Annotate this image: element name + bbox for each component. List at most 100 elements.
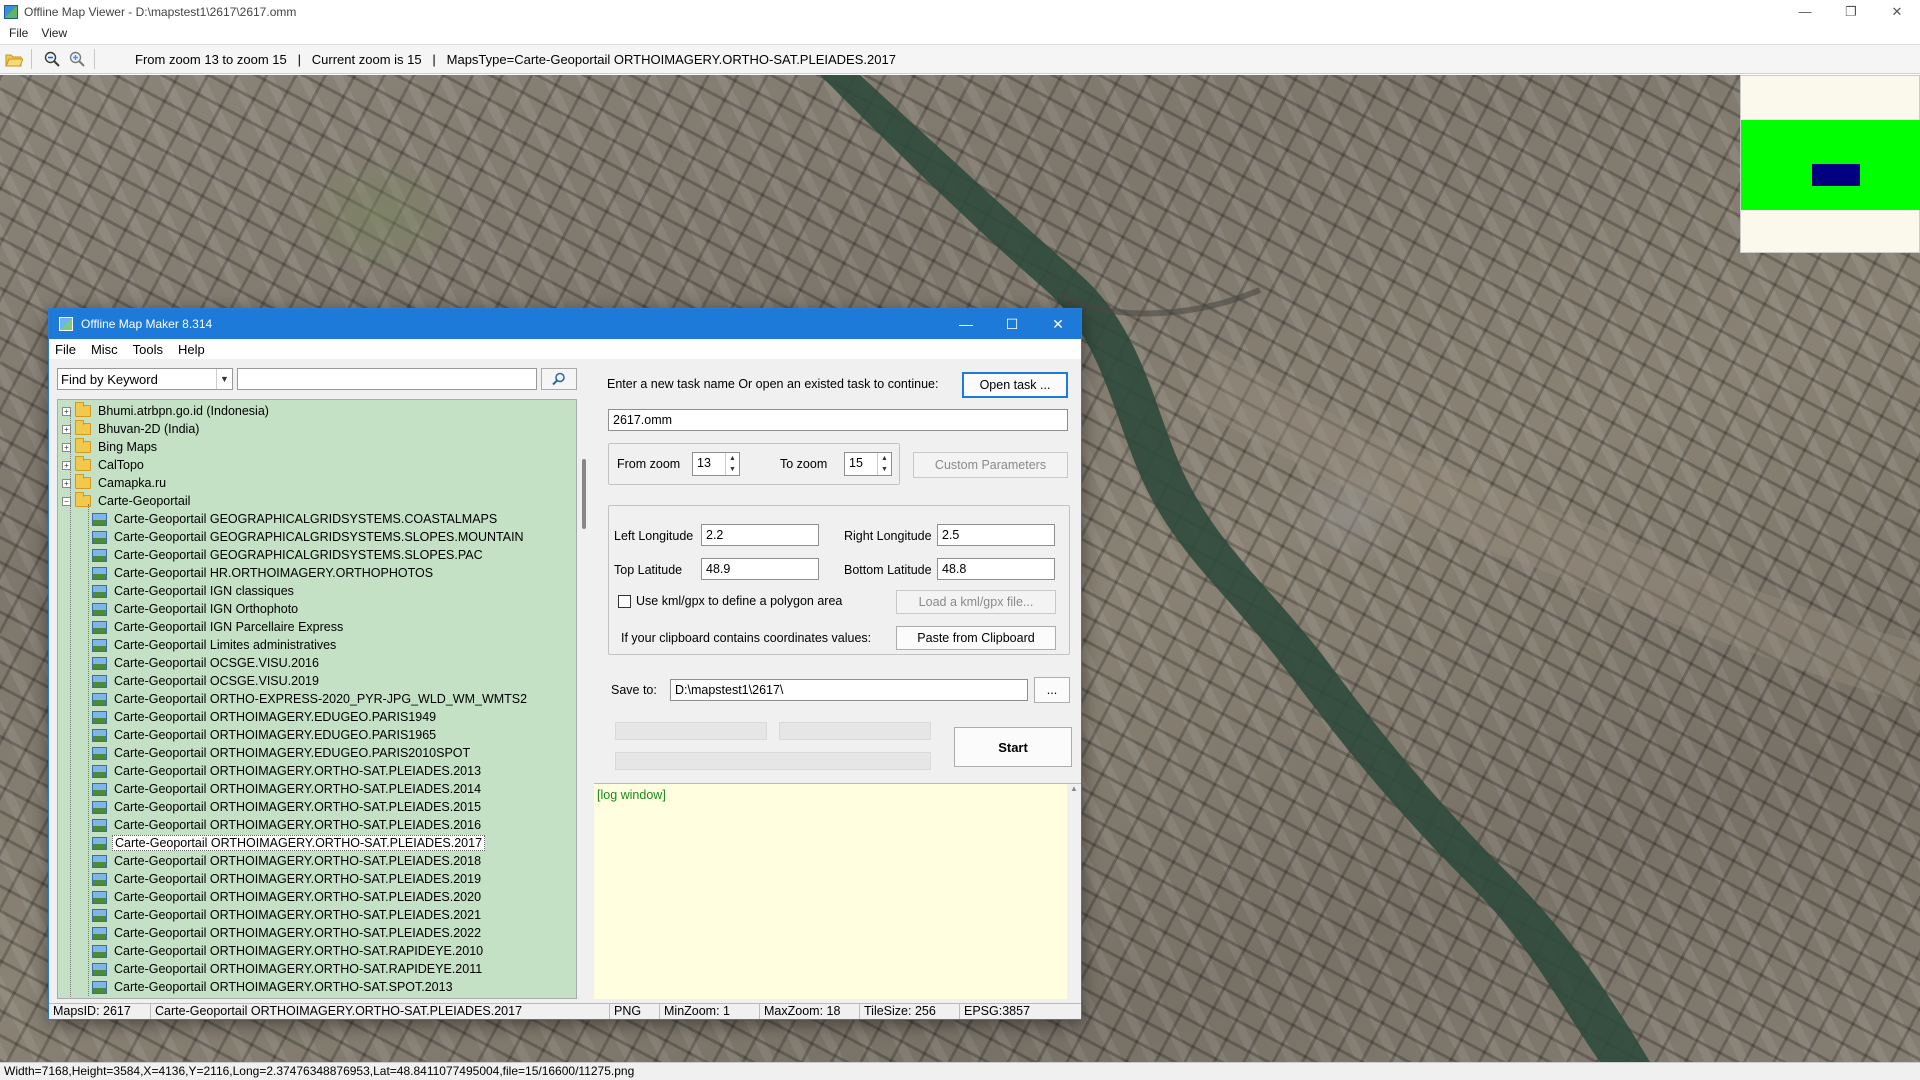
dialog-menu-help[interactable]: Help xyxy=(178,342,214,357)
tree-folder[interactable]: + Bing Maps xyxy=(58,438,159,456)
top-latitude-input[interactable]: 48.9 xyxy=(701,558,819,580)
left-longitude-input[interactable]: 2.2 xyxy=(701,524,819,546)
save-path-input[interactable]: D:\mapstest1\2617\ xyxy=(670,679,1028,701)
tree-folder-label: Bhuvan-2D (India) xyxy=(98,422,200,436)
load-kml-button[interactable]: Load a kml/gpx file... xyxy=(896,590,1056,614)
map-tile-icon xyxy=(92,566,107,580)
dialog-menu-misc[interactable]: Misc xyxy=(91,342,127,357)
open-folder-icon[interactable] xyxy=(3,48,25,70)
tree-item[interactable]: Carte-Geoportail ORTHOIMAGERY.ORTHO-SAT.… xyxy=(92,798,483,816)
tree-item[interactable]: Carte-Geoportail GEOGRAPHICALGRIDSYSTEMS… xyxy=(92,510,499,528)
tree-item[interactable]: Carte-Geoportail Limites administratives xyxy=(92,636,338,654)
tree-folder[interactable]: − Carte-Geoportail xyxy=(58,492,192,510)
status-epsg: EPSG:3857 xyxy=(964,1004,1031,1018)
save-to-label: Save to: xyxy=(611,683,657,697)
tree-item[interactable]: Carte-Geoportail ORTHOIMAGERY.ORTHO-SAT.… xyxy=(92,816,483,834)
menu-file[interactable]: File xyxy=(4,26,36,40)
tree-item[interactable]: Carte-Geoportail ORTHOIMAGERY.ORTHO-SAT.… xyxy=(92,960,484,978)
dialog-menu-tools[interactable]: Tools xyxy=(133,342,172,357)
restore-button[interactable]: ❐ xyxy=(1828,0,1874,23)
tree-item[interactable]: Carte-Geoportail ORTHOIMAGERY.ORTHO-SAT.… xyxy=(92,924,483,942)
tree-item[interactable]: Carte-Geoportail ORTHOIMAGERY.ORTHO-SAT.… xyxy=(92,906,483,924)
tree-item[interactable]: Carte-Geoportail ORTHOIMAGERY.ORTHO-SAT.… xyxy=(92,852,483,870)
tree-item[interactable]: Carte-Geoportail OCSGE.VISU.2019 xyxy=(92,672,321,690)
tree-item[interactable]: Carte-Geoportail ORTHOIMAGERY.ORTHO-SAT.… xyxy=(92,978,455,996)
bottom-latitude-input[interactable]: 48.8 xyxy=(937,558,1055,580)
search-button[interactable] xyxy=(541,368,577,390)
to-zoom-stepper[interactable]: 15 ▲ ▼ xyxy=(844,452,892,476)
dialog-minimize-button[interactable]: — xyxy=(943,309,989,339)
progress-bar-2 xyxy=(779,722,931,740)
tree-folder-label: Bing Maps xyxy=(98,440,158,454)
status-maps-name: Carte-Geoportail ORTHOIMAGERY.ORTHO-SAT.… xyxy=(151,1004,610,1019)
custom-parameters-button[interactable]: Custom Parameters xyxy=(913,452,1068,478)
log-text: [log window] xyxy=(597,788,666,802)
dialog-close-button[interactable]: ✕ xyxy=(1035,309,1081,339)
tree-item[interactable]: Carte-Geoportail OCSGE.VISU.2016 xyxy=(92,654,321,672)
menu-view[interactable]: View xyxy=(36,26,75,40)
browse-button[interactable]: ... xyxy=(1034,677,1070,703)
chevron-down-icon[interactable]: ▼ xyxy=(216,369,232,389)
start-button[interactable]: Start xyxy=(954,727,1072,767)
tree-folder[interactable]: + Bhumi.atrbpn.go.id (Indonesia) xyxy=(58,402,271,420)
tree-item[interactable]: Carte-Geoportail ORTHOIMAGERY.EDUGEO.PAR… xyxy=(92,744,472,762)
spin-arrows-icon[interactable]: ▲ ▼ xyxy=(877,453,891,475)
tree-scroll-thumb[interactable] xyxy=(582,459,586,529)
from-zoom-value: 13 xyxy=(697,456,711,470)
minimize-button[interactable]: — xyxy=(1782,0,1828,23)
tree-item[interactable]: Carte-Geoportail ORTHOIMAGERY.ORTHO-SAT.… xyxy=(92,888,483,906)
right-longitude-label: Right Longitude xyxy=(844,529,932,543)
dialog-menubar: File Misc Tools Help xyxy=(49,339,1081,359)
overview-minimap[interactable] xyxy=(1740,75,1920,253)
tree-folder[interactable]: + Bhuvan-2D (India) xyxy=(58,420,201,438)
tree-item[interactable]: Carte-Geoportail ORTHOIMAGERY.ORTHO-SAT.… xyxy=(92,834,486,852)
main-toolbar: From zoom 13 to zoom 15 | Current zoom i… xyxy=(0,44,1920,74)
log-window[interactable]: [log window] ▲ xyxy=(594,783,1081,1000)
right-longitude-input[interactable]: 2.5 xyxy=(937,524,1055,546)
map-tile-icon xyxy=(92,602,107,616)
tree-item-label: Carte-Geoportail Limites administratives xyxy=(114,638,337,652)
from-zoom-stepper[interactable]: 13 ▲ ▼ xyxy=(692,452,740,476)
search-input[interactable] xyxy=(237,368,537,390)
folder-icon xyxy=(75,456,91,471)
tree-scrollbar[interactable] xyxy=(579,399,591,999)
kml-polygon-checkbox[interactable] xyxy=(618,595,631,608)
from-zoom-label: From zoom xyxy=(617,457,681,471)
tree-item[interactable]: Carte-Geoportail HR.ORTHOIMAGERY.ORTHOPH… xyxy=(92,564,435,582)
log-scrollbar[interactable]: ▲ xyxy=(1067,784,1081,1000)
tree-item[interactable]: Carte-Geoportail ORTHOIMAGERY.ORTHO-SAT.… xyxy=(92,870,483,888)
tree-item[interactable]: Carte-Geoportail ORTHOIMAGERY.ORTHO-SAT.… xyxy=(92,762,483,780)
tree-item[interactable]: Carte-Geoportail IGN Parcellaire Express xyxy=(92,618,345,636)
left-longitude-label: Left Longitude xyxy=(614,529,694,543)
tree-item[interactable]: Carte-Geoportail ORTHO-EXPRESS-2020_PYR-… xyxy=(92,690,529,708)
kml-polygon-label: Use kml/gpx to define a polygon area xyxy=(636,594,843,608)
tree-item[interactable]: Carte-Geoportail IGN Orthophoto xyxy=(92,600,300,618)
zoom-in-icon[interactable] xyxy=(66,48,88,70)
tree-connector-line xyxy=(88,504,89,996)
task-name-input[interactable]: 2617.omm xyxy=(608,409,1068,431)
map-source-tree[interactable]: + Bhumi.atrbpn.go.id (Indonesia) + Bhuvan-2… xyxy=(57,399,577,999)
tree-folder[interactable]: + Camapka.ru xyxy=(58,474,168,492)
search-mode-select[interactable]: Find by Keyword ▼ xyxy=(57,368,233,390)
paste-from-clipboard-button[interactable]: Paste from Clipboard xyxy=(896,626,1056,650)
spin-arrows-icon[interactable]: ▲ ▼ xyxy=(725,453,739,475)
main-status-bar: Width=7168,Height=3584,X=4136,Y=2116,Lon… xyxy=(0,1062,1920,1080)
tree-item[interactable]: Carte-Geoportail IGN classiques xyxy=(92,582,296,600)
close-button[interactable]: ✕ xyxy=(1874,0,1920,23)
tree-item[interactable]: Carte-Geoportail ORTHOIMAGERY.ORTHO-SAT.… xyxy=(92,942,485,960)
tree-item[interactable]: Carte-Geoportail ORTHOIMAGERY.ORTHO-SAT.… xyxy=(92,780,483,798)
folder-icon xyxy=(75,402,91,417)
dialog-menu-file[interactable]: File xyxy=(55,342,85,357)
tree-item[interactable]: Carte-Geoportail ORTHOIMAGERY.EDUGEO.PAR… xyxy=(92,708,438,726)
dialog-maximize-button[interactable]: ☐ xyxy=(989,309,1035,339)
map-tile-icon xyxy=(92,620,107,634)
tree-folder[interactable]: + CalTopo xyxy=(58,456,146,474)
tree-item[interactable]: Carte-Geoportail ORTHOIMAGERY.EDUGEO.PAR… xyxy=(92,726,438,744)
tree-item[interactable]: Carte-Geoportail GEOGRAPHICALGRIDSYSTEMS… xyxy=(92,528,526,546)
open-task-button[interactable]: Open task ... xyxy=(962,372,1068,398)
tree-item[interactable]: Carte-Geoportail GEOGRAPHICALGRIDSYSTEMS… xyxy=(92,546,485,564)
zoom-out-icon[interactable] xyxy=(41,48,63,70)
status-max-zoom: MaxZoom: 18 xyxy=(760,1004,860,1019)
dialog-window-controls: — ☐ ✕ xyxy=(943,309,1081,339)
window-title: Offline Map Viewer - D:\mapstest1\2617\2… xyxy=(24,4,297,19)
